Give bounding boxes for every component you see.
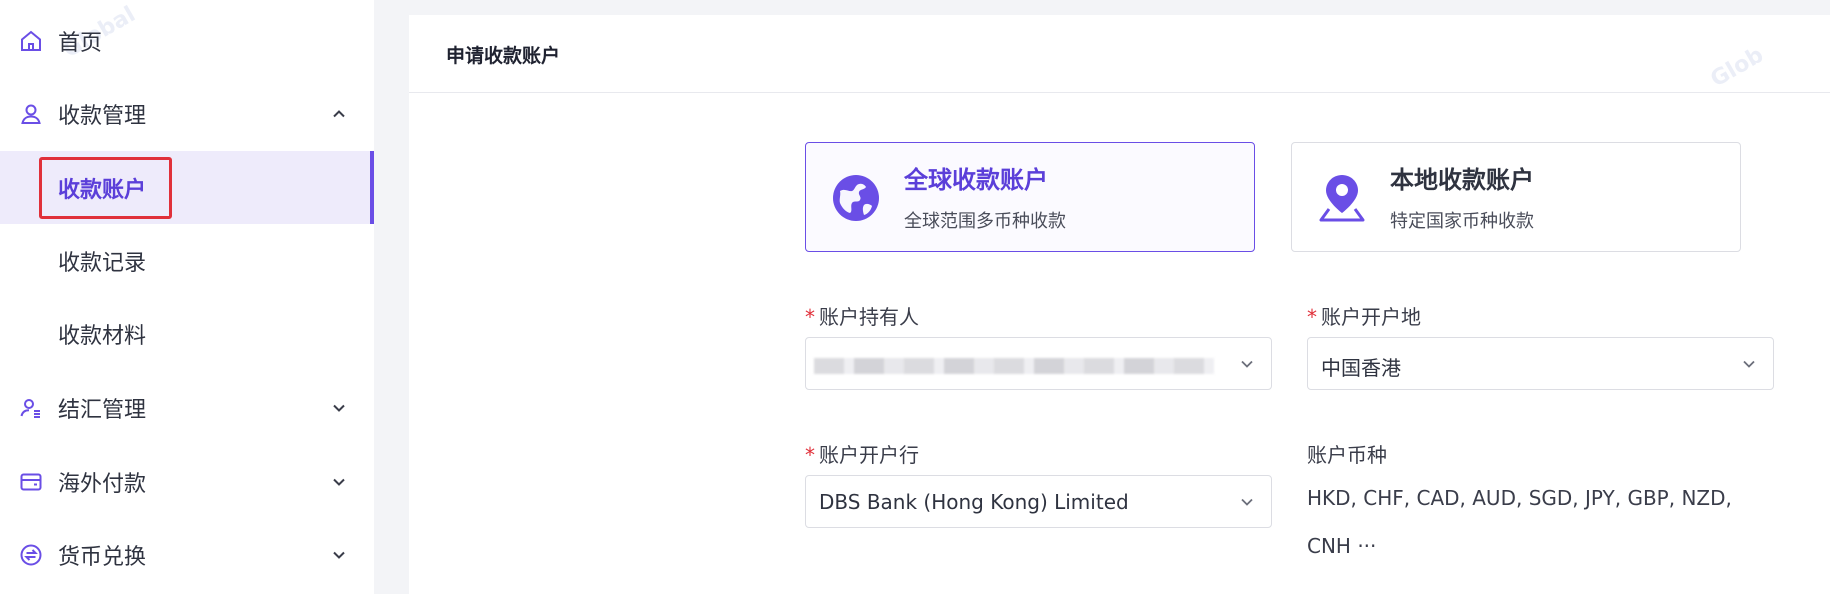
account-bank-select[interactable]: DBS Bank (Hong Kong) Limited (805, 475, 1272, 528)
account-region-select[interactable]: 中国香港 (1307, 337, 1774, 390)
chevron-down-icon (1235, 490, 1259, 514)
location-pin-icon (1317, 173, 1367, 223)
sidebar-subitem-label: 收款材料 (58, 323, 147, 349)
chevron-down-icon (1737, 352, 1761, 376)
card-global-account[interactable]: 全球收款账户 全球范围多币种收款 (805, 142, 1255, 252)
card-local-account[interactable]: 本地收款账户 特定国家币种收款 (1291, 142, 1741, 252)
card-subtitle: 全球范围多币种收款 (904, 211, 1066, 232)
panel-header: 申请收款账户 (409, 15, 1830, 93)
account-bank-label: * 账户开户行 (805, 439, 919, 468)
sidebar: Global 首页 收款管理 收款账户 收款记录 收款材料 结汇管理 海外付款 … (0, 0, 374, 594)
account-currency-label: 账户币种 (1307, 439, 1387, 468)
chevron-down-icon[interactable] (326, 542, 352, 568)
main-panel: Glob 申请收款账户 全球收款账户 全球范围多币种收款 本地收款账户 特定国家… (409, 15, 1830, 594)
card-subtitle: 特定国家币种收款 (1390, 211, 1534, 232)
exchange-icon (18, 542, 44, 568)
account-region-label: * 账户开户地 (1307, 301, 1421, 330)
select-value: DBS Bank (Hong Kong) Limited (819, 490, 1129, 514)
card-title: 本地收款账户 (1390, 166, 1534, 194)
required-mark: * (1307, 305, 1317, 329)
wallet-icon (18, 469, 44, 495)
sidebar-item-label: 首页 (58, 30, 103, 56)
page-title: 申请收款账户 (446, 45, 561, 67)
home-icon (18, 28, 44, 54)
required-mark: * (805, 305, 815, 329)
highlight-box (39, 157, 172, 219)
sidebar-subitem-receiving-materials[interactable]: 收款材料 (0, 297, 374, 370)
sidebar-item-label: 收款管理 (58, 103, 147, 129)
chevron-down-icon[interactable] (326, 469, 352, 495)
sidebar-subitem-receiving-records[interactable]: 收款记录 (0, 224, 374, 297)
redacted-value (814, 358, 1214, 374)
account-holder-label: * 账户持有人 (805, 301, 919, 330)
sidebar-item-label: 货币兑换 (58, 544, 147, 570)
chevron-down-icon (1235, 352, 1259, 376)
sidebar-item-collections[interactable]: 收款管理 (0, 77, 374, 150)
sidebar-item-overseas-payment[interactable]: 海外付款 (0, 445, 374, 518)
sidebar-item-label: 结汇管理 (58, 397, 147, 423)
card-title: 全球收款账户 (904, 166, 1048, 194)
field-label-text: 账户开户行 (819, 443, 919, 467)
sidebar-item-home[interactable]: 首页 (0, 4, 374, 77)
account-currency-value: HKD, CHF, CAD, AUD, SGD, JPY, GBP, NZD, … (1307, 486, 1732, 558)
field-label-text: 账户持有人 (819, 305, 919, 329)
sidebar-item-currency-exchange[interactable]: 货币兑换 (0, 518, 374, 591)
account-holder-select[interactable] (805, 337, 1272, 390)
globe-icon (831, 173, 881, 223)
field-label-text: 账户开户地 (1321, 305, 1421, 329)
sidebar-item-settlement[interactable]: 结汇管理 (0, 371, 374, 444)
select-value: 中国香港 (1321, 356, 1401, 380)
user-list-icon (18, 395, 44, 421)
chevron-down-icon[interactable] (326, 395, 352, 421)
required-mark: * (805, 443, 815, 467)
field-label-text: 账户币种 (1307, 443, 1387, 467)
sidebar-subitem-label: 收款记录 (58, 250, 147, 276)
chevron-up-icon[interactable] (326, 101, 352, 127)
user-icon (18, 101, 44, 127)
sidebar-item-label: 海外付款 (58, 471, 147, 497)
active-indicator (370, 151, 374, 224)
